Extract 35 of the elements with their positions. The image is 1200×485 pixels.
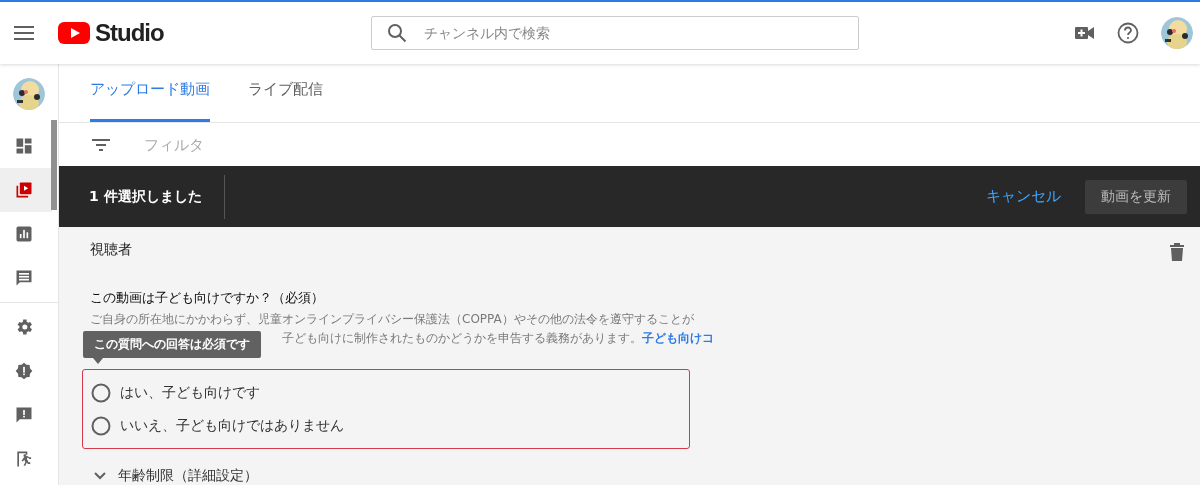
cancel-button[interactable]: キャンセル — [980, 186, 1067, 208]
description-text: 子ども向けに制作されたものかどうかを申告する義務があります。子ども向けコ — [282, 330, 715, 347]
play-logo-icon — [58, 22, 90, 44]
help-icon[interactable] — [1117, 22, 1139, 44]
sidebar-icon — [14, 449, 34, 469]
radio-button[interactable] — [91, 415, 111, 436]
avatar[interactable] — [13, 78, 45, 110]
sidebar-icon — [14, 405, 34, 425]
sidebar-item[interactable] — [0, 168, 52, 212]
logo-text: Studio — [95, 19, 164, 47]
tab[interactable]: アップロード動画 — [90, 78, 210, 122]
tab[interactable]: ライブ配信 — [248, 78, 323, 122]
search-field[interactable]: チャンネル内で検索 — [370, 16, 859, 50]
menu-icon[interactable] — [14, 24, 36, 42]
sidebar-icon — [14, 180, 34, 200]
radio-option[interactable]: はい、子ども向けです — [91, 376, 260, 409]
section-title: 視聴者 — [90, 241, 132, 259]
filter-icon[interactable] — [92, 137, 110, 152]
radio-option[interactable]: いいえ、子ども向けではありません — [91, 409, 344, 442]
question-text: この動画は子ども向けですか？（必須） — [90, 289, 325, 307]
sidebar-icon — [14, 224, 34, 244]
description-text: ご自身の所在地にかかわらず、児童オンラインプライバシー保護法（COPPA）やその他の法令を遵守することが — [90, 311, 695, 328]
selection-count: 1 件選択しました — [59, 174, 225, 219]
radio-button[interactable] — [91, 382, 111, 403]
learn-more-link[interactable]: 子ども向けコ — [642, 331, 714, 345]
sidebar-icon — [14, 361, 34, 381]
age-restriction-toggle[interactable]: 年齢制限（詳細設定） — [90, 467, 258, 485]
sidebar-icon — [14, 136, 34, 156]
search-icon — [386, 23, 407, 43]
tooltip: この質問への回答は必須です — [83, 331, 261, 358]
trash-icon[interactable] — [1170, 243, 1184, 261]
avatar[interactable] — [1161, 17, 1193, 49]
chevron-icon — [94, 472, 106, 480]
video-camera-plus-icon[interactable] — [1075, 26, 1095, 40]
sidebar-icon — [14, 268, 34, 288]
